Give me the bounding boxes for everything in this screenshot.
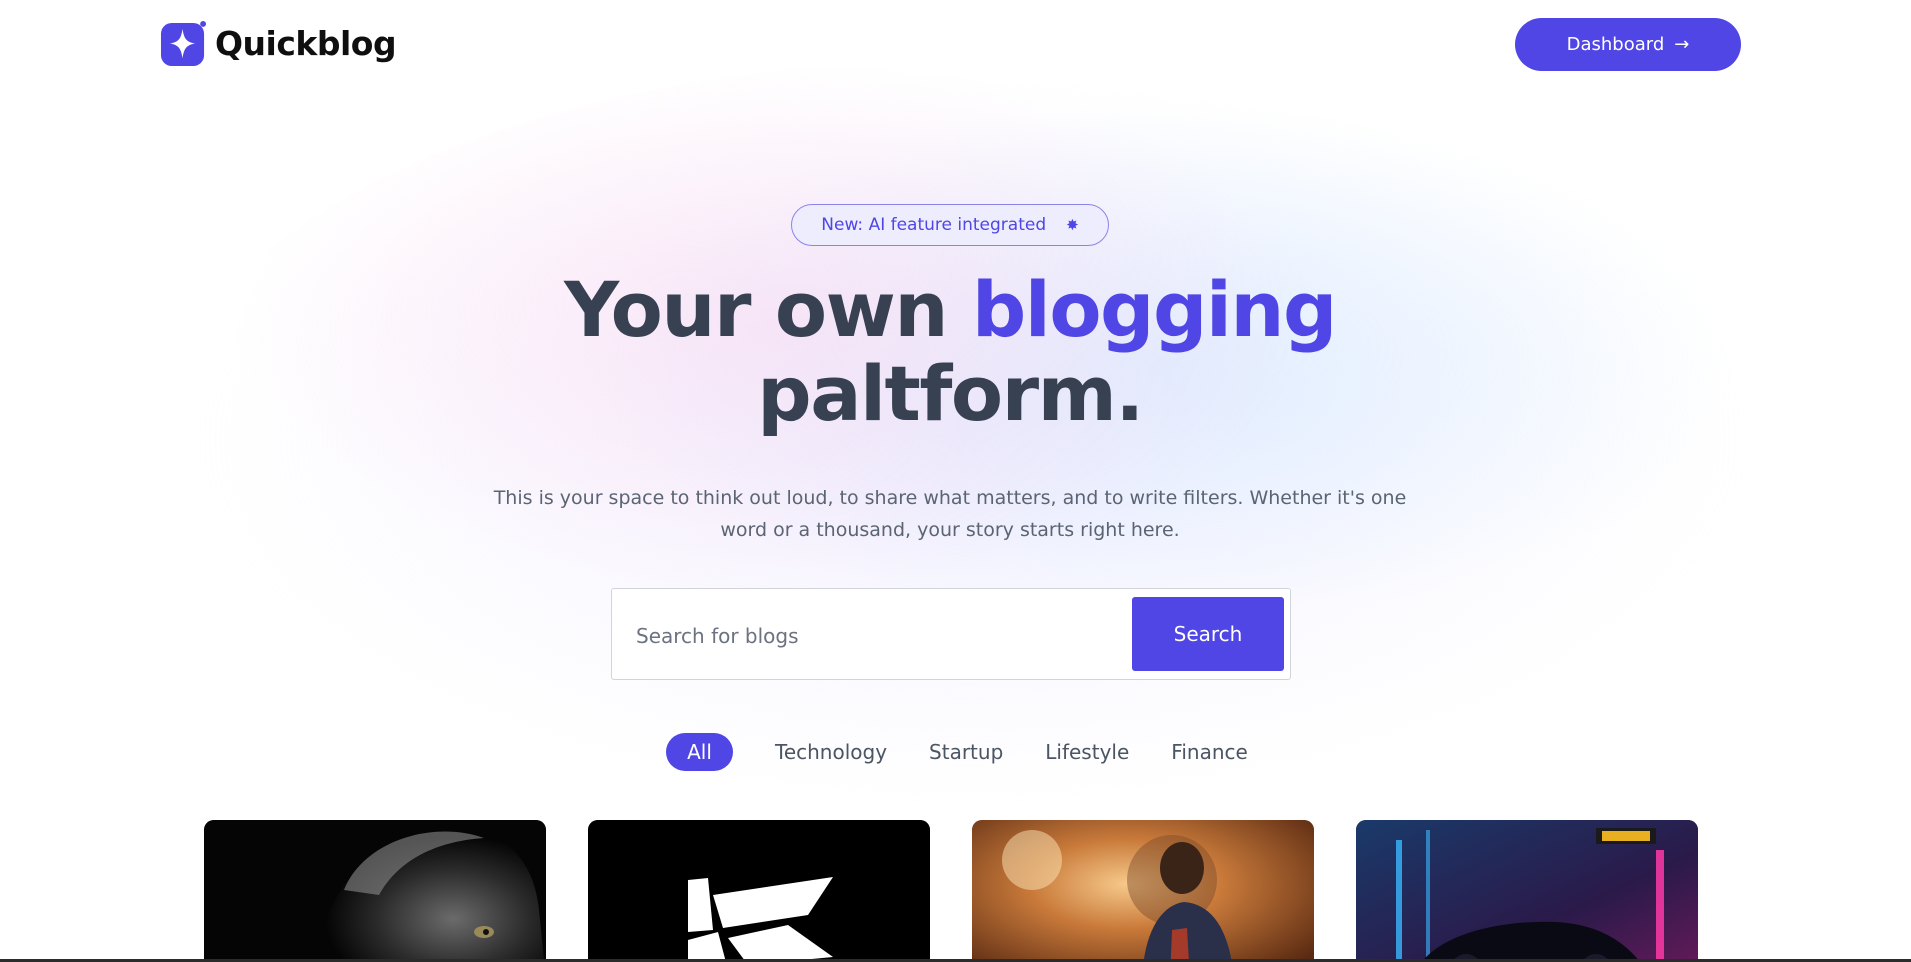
hero-title: Your own blogging paltform. xyxy=(500,268,1400,436)
arrow-right-icon: → xyxy=(1674,34,1690,55)
hero-title-part2: paltform. xyxy=(757,349,1144,438)
category-lifestyle[interactable]: Lifestyle xyxy=(1045,740,1129,764)
footballer-fire-image xyxy=(972,820,1314,962)
blog-card-thumbnail[interactable] xyxy=(588,820,930,962)
category-finance[interactable]: Finance xyxy=(1171,740,1248,764)
blog-card-thumbnail[interactable] xyxy=(204,820,546,962)
sparkle-icon: ✸ xyxy=(1066,216,1079,234)
k-logo-image xyxy=(588,820,930,962)
blog-card-thumbnail[interactable] xyxy=(1356,820,1698,962)
blog-card-thumbnail[interactable] xyxy=(972,820,1314,962)
category-filter: All Technology Startup Lifestyle Finance xyxy=(666,732,1290,772)
page: Quickblog Dashboard → New: AI feature in… xyxy=(0,0,1911,962)
dashboard-button[interactable]: Dashboard → xyxy=(1515,18,1741,71)
brand-logo[interactable]: Quickblog xyxy=(160,19,397,67)
search-form: Search xyxy=(611,588,1291,680)
neon-car-image xyxy=(1356,820,1698,962)
dashboard-button-label: Dashboard xyxy=(1566,34,1665,55)
goat-image xyxy=(204,820,546,962)
search-input[interactable] xyxy=(634,615,1118,657)
search-button[interactable]: Search xyxy=(1132,597,1284,671)
brand-name: Quickblog xyxy=(215,23,397,63)
hero-title-part1: Your own xyxy=(564,265,972,354)
category-technology[interactable]: Technology xyxy=(775,740,887,764)
background-glow xyxy=(160,60,1780,820)
quickblog-logo-icon xyxy=(160,20,207,66)
feature-badge: New: AI feature integrated ✸ xyxy=(791,204,1109,246)
feature-badge-text: New: AI feature integrated xyxy=(821,215,1047,235)
hero-title-accent: blogging xyxy=(971,265,1338,354)
category-startup[interactable]: Startup xyxy=(929,740,1003,764)
hero-description: This is your space to think out loud, to… xyxy=(493,487,1407,541)
category-all[interactable]: All xyxy=(666,733,733,771)
